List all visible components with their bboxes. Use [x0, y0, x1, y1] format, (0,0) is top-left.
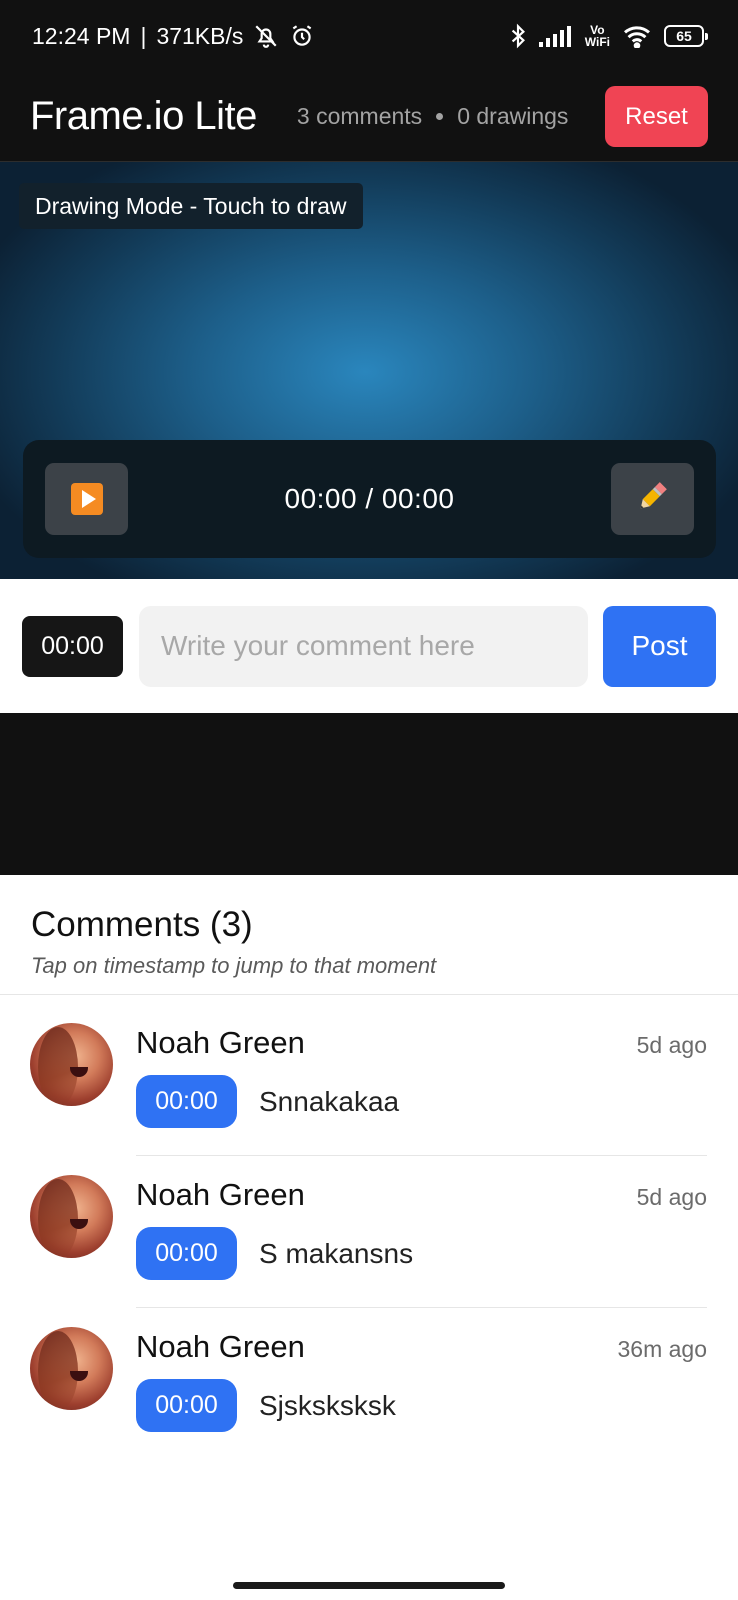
avatar [30, 1175, 113, 1258]
drawings-count: 0 drawings [457, 103, 569, 129]
header-meta: 3 comments 0 drawings [297, 103, 569, 130]
battery-icon: 65 [664, 25, 708, 47]
post-button[interactable]: Post [603, 605, 716, 687]
comment-top: Noah Green 5d ago [136, 1177, 707, 1213]
reset-button[interactable]: Reset [605, 86, 708, 147]
app-title: Frame.io Lite [30, 94, 257, 138]
comment-time: 36m ago [617, 1336, 707, 1362]
comment-top: Noah Green 36m ago [136, 1329, 707, 1365]
vowifi-bottom: WiFi [584, 35, 610, 49]
signal-icon [538, 25, 573, 47]
comment-item: Noah Green 36m ago 00:00 Sjsksksksk [30, 1327, 707, 1479]
pencil-icon [634, 479, 670, 520]
dark-spacer [0, 713, 738, 875]
comment-bottom: 00:00 Snnakakaa [136, 1075, 707, 1128]
comment-composer: 00:00 Post [0, 579, 738, 713]
time-display: 00:00 / 00:00 [284, 483, 455, 514]
status-left: 12:24 PM | 371KB/s [32, 23, 315, 50]
home-indicator[interactable] [233, 1582, 505, 1589]
app-header: Frame.io Lite 3 comments 0 drawings Rese… [0, 72, 738, 162]
comment-author: Noah Green [136, 1177, 305, 1212]
comments-hint: Tap on timestamp to jump to that moment [31, 953, 437, 978]
bluetooth-icon [509, 23, 527, 49]
avatar [30, 1327, 113, 1410]
comments-count: 3 comments [296, 103, 423, 129]
comment-bottom: 00:00 Sjsksksksk [136, 1379, 707, 1432]
comment-text: S makansns [259, 1237, 414, 1269]
comment-input[interactable] [139, 605, 588, 687]
comment-timestamp-button[interactable]: 00:00 [136, 1227, 237, 1280]
comment-time: 5d ago [636, 1184, 707, 1210]
status-right: Vo WiFi 65 [509, 23, 708, 49]
status-net-speed: 371KB/s [156, 22, 244, 49]
comment-body: Noah Green 5d ago 00:00 S makansns [136, 1175, 707, 1327]
alarm-icon [289, 23, 315, 49]
comment-text: Snnakakaa [259, 1085, 400, 1117]
comment-time: 5d ago [636, 1032, 707, 1058]
drawing-mode-badge: Drawing Mode - Touch to draw [19, 183, 363, 229]
bell-muted-icon [253, 23, 279, 49]
comment-top: Noah Green 5d ago [136, 1025, 707, 1061]
play-icon [70, 483, 103, 515]
play-button[interactable] [45, 463, 128, 535]
status-time: 12:24 PM [32, 22, 131, 49]
comment-body: Noah Green 5d ago 00:00 Snnakakaa [136, 1023, 707, 1175]
comments-section: Comments (3) Tap on timestamp to jump to… [0, 875, 738, 1600]
video-player[interactable]: Drawing Mode - Touch to draw 00:00 / 00:… [0, 162, 738, 579]
comment-item: Noah Green 5d ago 00:00 Snnakakaa [30, 1023, 707, 1175]
comment-list: Noah Green 5d ago 00:00 Snnakakaa Noah G… [0, 1023, 738, 1479]
draw-toggle-button[interactable] [610, 463, 694, 535]
comment-body: Noah Green 36m ago 00:00 Sjsksksksk [136, 1327, 707, 1479]
comment-author: Noah Green [136, 1025, 305, 1060]
comment-timestamp-button[interactable]: 00:00 [136, 1075, 237, 1128]
vowifi-icon: Vo WiFi [585, 24, 610, 48]
status-bar: 12:24 PM | 371KB/s Vo WiFi 65 [0, 0, 738, 72]
wifi-icon [622, 24, 652, 48]
player-controls: 00:00 / 00:00 [23, 440, 716, 558]
status-separator: | [140, 22, 147, 49]
meta-dot-separator [436, 113, 444, 120]
comments-header: Comments (3) Tap on timestamp to jump to… [0, 875, 738, 995]
comment-bottom: 00:00 S makansns [136, 1227, 707, 1280]
comment-author: Noah Green [136, 1329, 305, 1364]
current-timestamp-chip[interactable]: 00:00 [22, 615, 123, 677]
app-screen: 12:24 PM | 371KB/s Vo WiFi 65 Frame.io L… [0, 0, 738, 1600]
comment-timestamp-button[interactable]: 00:00 [136, 1379, 237, 1432]
comment-item: Noah Green 5d ago 00:00 S makansns [30, 1175, 707, 1327]
comment-text: Sjsksksksk [259, 1389, 396, 1421]
comments-title: Comments (3) [31, 905, 253, 944]
avatar [30, 1023, 113, 1106]
